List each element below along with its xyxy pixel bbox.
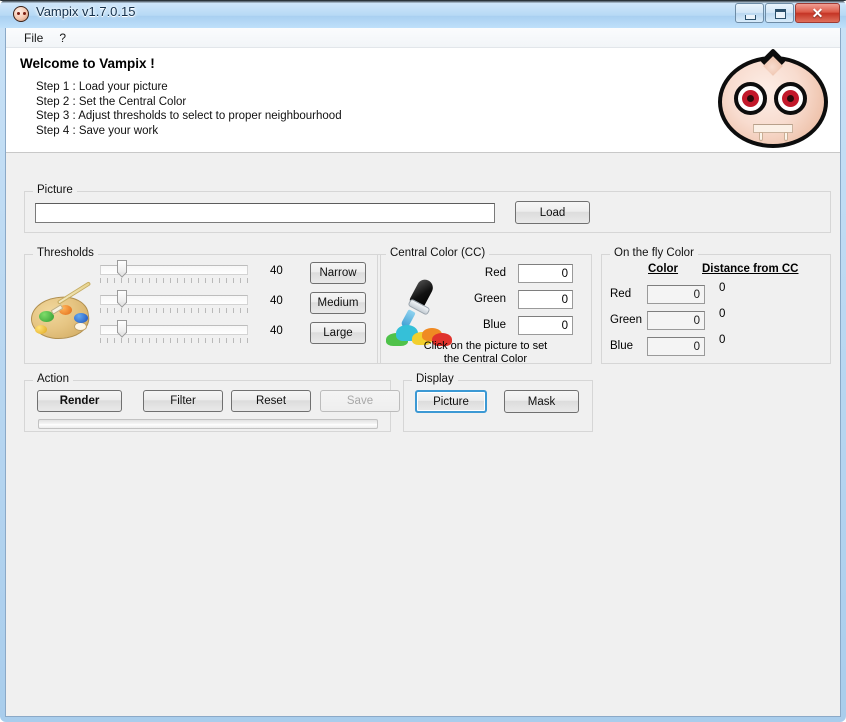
threshold-slider-1[interactable] — [100, 259, 248, 287]
minimize-button[interactable] — [735, 3, 764, 23]
picture-group: Picture Load — [24, 191, 831, 233]
threshold-slider-2[interactable] — [100, 289, 248, 317]
render-button[interactable]: Render — [37, 390, 122, 412]
app-icon — [13, 6, 29, 22]
step-item: Step 3 : Adjust thresholds to select to … — [36, 109, 342, 124]
steps-list: Step 1 : Load your picture Step 2 : Set … — [36, 80, 342, 138]
cc-red-input[interactable] — [518, 264, 573, 283]
central-color-hint: Click on the picture to set the Central … — [384, 340, 587, 365]
fly-red-label: Red — [610, 288, 631, 300]
threshold-value-2: 40 — [270, 295, 296, 307]
slider-thumb[interactable] — [117, 290, 127, 310]
menu-bar: File ? — [6, 28, 840, 48]
step-item: Step 2 : Set the Central Color — [36, 95, 342, 110]
slider-thumb[interactable] — [117, 320, 127, 340]
fly-distance-header: Distance from CC — [702, 263, 799, 275]
vampire-face-icon — [714, 50, 832, 150]
save-button: Save — [320, 390, 400, 412]
central-color-group-label: Central Color (CC) — [386, 247, 489, 259]
display-group: Display Picture Mask — [403, 380, 593, 432]
on-the-fly-color-group: On the fly Color Color Distance from CC … — [601, 254, 831, 364]
thresholds-group-label: Thresholds — [33, 247, 98, 259]
central-color-group: Central Color (CC) Red Green Blue Click … — [377, 254, 592, 364]
fly-green-input — [647, 311, 705, 330]
fly-red-distance: 0 — [719, 282, 725, 294]
thresholds-group: Thresholds 40 — [24, 254, 381, 364]
window-title: Vampix v1.7.0.15 — [36, 4, 135, 19]
client-area: File ? Welcome to Vampix ! Step 1 : Load… — [5, 28, 841, 717]
cc-red-label: Red — [466, 267, 506, 279]
fly-red-input — [647, 285, 705, 304]
action-group-label: Action — [33, 373, 73, 385]
title-bar[interactable]: Vampix v1.7.0.15 ✕ — [0, 0, 846, 28]
fly-blue-label: Blue — [610, 340, 633, 352]
fly-blue-input — [647, 337, 705, 356]
load-button[interactable]: Load — [515, 201, 590, 224]
narrow-preset-button[interactable]: Narrow — [310, 262, 366, 284]
filter-button[interactable]: Filter — [143, 390, 223, 412]
cc-green-label: Green — [466, 293, 506, 305]
slider-thumb[interactable] — [117, 260, 127, 280]
eyedropper-icon — [386, 277, 454, 347]
threshold-slider-3[interactable] — [100, 319, 248, 347]
cc-green-input[interactable] — [518, 290, 573, 309]
action-group: Action Render Filter Reset Save — [24, 380, 391, 432]
on-the-fly-group-label: On the fly Color — [610, 247, 698, 259]
menu-item-help[interactable]: ? — [51, 29, 74, 47]
central-color-hint-line1: Click on the picture to set — [384, 340, 587, 353]
close-icon: ✕ — [796, 4, 839, 22]
fly-green-label: Green — [610, 314, 642, 326]
step-item: Step 1 : Load your picture — [36, 80, 342, 95]
picture-group-label: Picture — [33, 184, 77, 196]
central-color-hint-line2: the Central Color — [384, 353, 587, 366]
cc-blue-input[interactable] — [518, 316, 573, 335]
step-item: Step 4 : Save your work — [36, 124, 342, 139]
cc-blue-label: Blue — [466, 319, 506, 331]
palette-icon — [29, 285, 97, 343]
picture-path-input[interactable] — [35, 203, 495, 223]
reset-button[interactable]: Reset — [231, 390, 311, 412]
display-picture-button[interactable]: Picture — [415, 390, 487, 413]
welcome-title: Welcome to Vampix ! — [20, 56, 155, 71]
application-window: Vampix v1.7.0.15 ✕ File ? Welcome to Vam… — [0, 0, 846, 722]
threshold-value-1: 40 — [270, 265, 296, 277]
fly-green-distance: 0 — [719, 308, 725, 320]
large-preset-button[interactable]: Large — [310, 322, 366, 344]
fly-color-header: Color — [648, 263, 678, 275]
threshold-value-3: 40 — [270, 325, 296, 337]
menu-item-file[interactable]: File — [16, 29, 51, 47]
maximize-icon — [775, 9, 786, 19]
maximize-button[interactable] — [765, 3, 794, 23]
welcome-header: Welcome to Vampix ! Step 1 : Load your p… — [6, 48, 840, 153]
minimize-icon — [745, 15, 756, 20]
display-group-label: Display — [412, 373, 458, 385]
progress-bar — [38, 419, 378, 429]
close-button[interactable]: ✕ — [795, 3, 840, 23]
medium-preset-button[interactable]: Medium — [310, 292, 366, 314]
fly-blue-distance: 0 — [719, 334, 725, 346]
display-mask-button[interactable]: Mask — [504, 390, 579, 413]
window-controls: ✕ — [734, 3, 840, 23]
